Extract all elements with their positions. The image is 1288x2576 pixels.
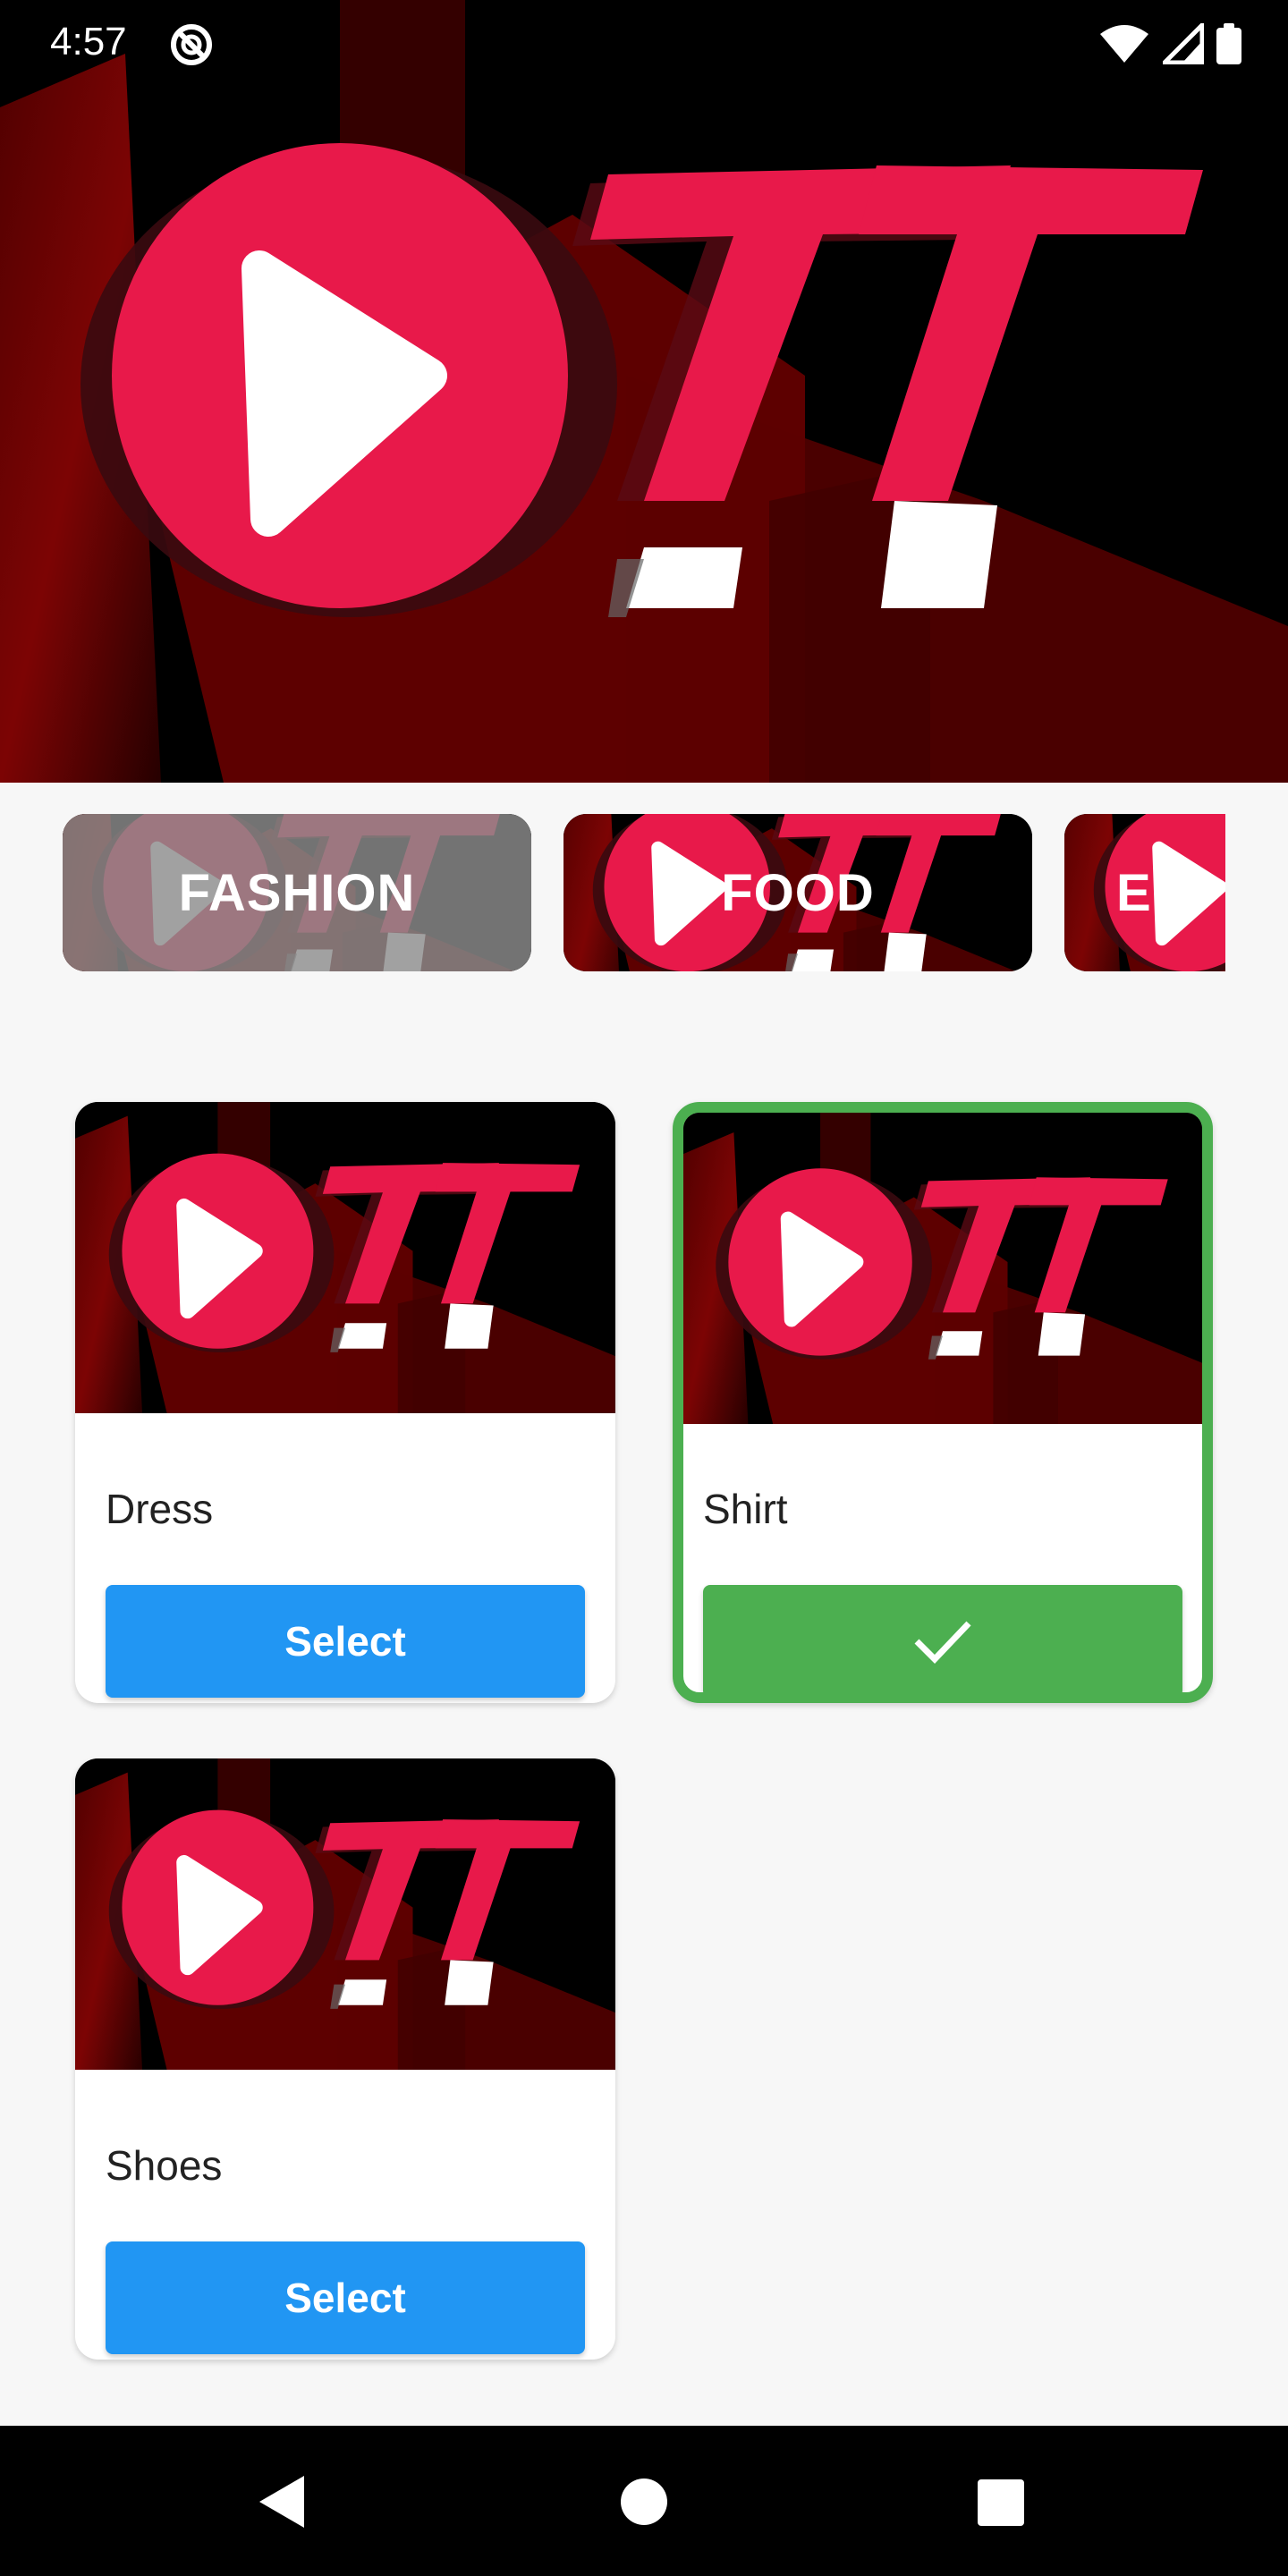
status-bar: 4:57: [0, 0, 1288, 86]
product-name: Shirt: [703, 1486, 788, 1532]
category-chip-entertainment[interactable]: EN: [1064, 814, 1225, 971]
product-image: [683, 1113, 1202, 1424]
cellular-signal-icon: [1163, 23, 1204, 64]
product-name: Shoes: [106, 2142, 223, 2189]
check-icon: [914, 1621, 971, 1665]
category-chip-food[interactable]: FOOD: [564, 814, 1032, 971]
product-image: [75, 1758, 615, 2070]
category-label: EN: [1116, 863, 1191, 922]
hero-banner-image: [0, 0, 1288, 783]
category-label: FASHION: [178, 863, 416, 922]
ott-logo: [683, 1113, 1202, 1424]
product-card-shirt[interactable]: Shirt: [673, 1102, 1213, 1703]
product-card-dress[interactable]: Dress Select: [75, 1102, 615, 1703]
category-label: FOOD: [721, 863, 875, 922]
category-chip-fashion[interactable]: FASHION: [63, 814, 531, 971]
product-image: [75, 1102, 615, 1413]
battery-icon: [1216, 23, 1241, 64]
recents-icon[interactable]: [969, 2470, 1031, 2533]
category-strip[interactable]: FASHION FOOD EN: [0, 814, 1225, 971]
back-icon[interactable]: [252, 2470, 315, 2533]
select-button[interactable]: Select: [106, 2241, 585, 2354]
ott-logo: [75, 1102, 615, 1413]
product-card-shoes[interactable]: Shoes Select: [75, 1758, 615, 2360]
select-button[interactable]: Select: [106, 1585, 585, 1698]
ott-logo: [0, 0, 1288, 783]
status-time: 4:57: [50, 20, 127, 64]
product-name: Dress: [106, 1486, 214, 1532]
selected-button[interactable]: [703, 1585, 1182, 1692]
wifi-icon: [1100, 25, 1148, 63]
navigation-bar: [0, 2426, 1288, 2576]
home-icon[interactable]: [613, 2470, 675, 2533]
do-not-disturb-icon: [171, 24, 212, 65]
ott-logo: [75, 1758, 615, 2070]
